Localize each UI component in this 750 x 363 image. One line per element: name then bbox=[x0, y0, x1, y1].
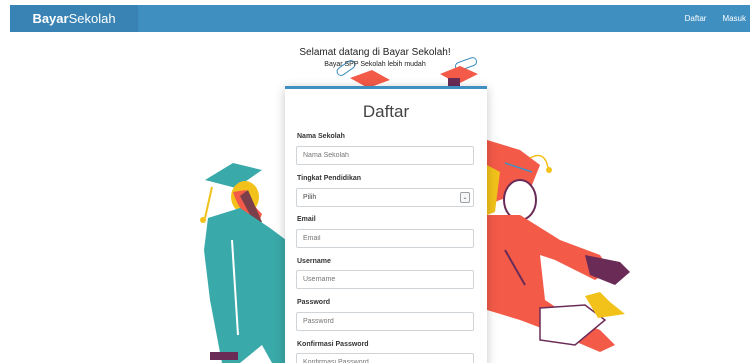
password-input[interactable] bbox=[296, 312, 474, 331]
konfirmasi-password-label: Konfirmasi Password bbox=[297, 341, 369, 348]
chevron-down-icon: ⌄ bbox=[460, 192, 470, 203]
right-graduate-figure bbox=[487, 140, 630, 352]
page: Bayar Sekolah Daftar Masuk Selamat datan… bbox=[0, 0, 750, 363]
form-title: Daftar bbox=[362, 102, 410, 121]
welcome-subtitle: Bayar SPP Sekolah lebih mudah bbox=[324, 61, 426, 68]
tingkat-pendidikan-value: Pilih bbox=[303, 194, 317, 201]
register-form-card: Daftar Nama Sekolah Tingkat Pendidikan P… bbox=[285, 86, 487, 363]
konfirmasi-password-input[interactable] bbox=[296, 353, 474, 363]
username-label: Username bbox=[297, 258, 331, 265]
nama-sekolah-label: Nama Sekolah bbox=[297, 133, 345, 140]
email-label: Email bbox=[297, 216, 316, 223]
email-input[interactable] bbox=[296, 229, 474, 248]
tingkat-pendidikan-label: Tingkat Pendidikan bbox=[297, 175, 362, 182]
password-label: Password bbox=[297, 299, 331, 306]
nama-sekolah-input[interactable] bbox=[296, 146, 474, 165]
flying-cap-icon bbox=[350, 66, 478, 88]
username-input[interactable] bbox=[296, 270, 474, 289]
tingkat-pendidikan-select[interactable]: Pilih ⌄ bbox=[296, 188, 474, 207]
left-graduate-figure bbox=[200, 163, 286, 363]
welcome-title: Selamat datang di Bayar Sekolah! bbox=[299, 47, 451, 58]
